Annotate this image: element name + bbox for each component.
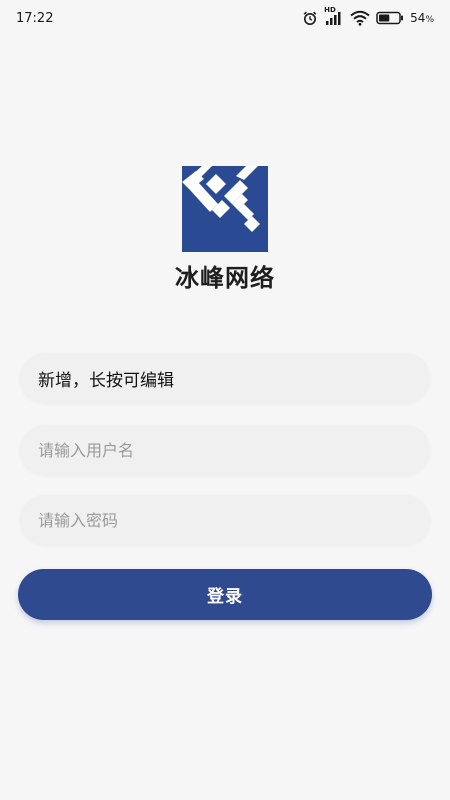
battery-icon	[376, 11, 404, 25]
server-selector[interactable]: 新增，长按可编辑	[20, 353, 430, 403]
alarm-icon	[302, 10, 318, 26]
battery-percent-unit: %	[425, 15, 434, 25]
signal-icon: HD	[324, 6, 344, 26]
password-input[interactable]	[38, 510, 412, 530]
wifi-icon	[350, 10, 370, 26]
password-field-container	[20, 495, 430, 545]
battery-percent: 54%	[410, 11, 434, 25]
app-name: 冰峰网络	[175, 264, 275, 292]
status-icons: HD 54%	[302, 6, 434, 26]
tf-logo-mark	[182, 166, 268, 252]
status-time: 17:22	[16, 10, 54, 26]
battery-percent-value: 54	[410, 11, 426, 25]
server-selector-value[interactable]: 新增，长按可编辑	[38, 366, 174, 391]
network-type-label: HD	[324, 6, 336, 14]
status-bar: 17:22 HD 54%	[0, 0, 450, 36]
username-field-container	[20, 425, 430, 475]
username-input[interactable]	[38, 440, 412, 460]
login-button[interactable]: 登录	[18, 569, 432, 620]
app-logo	[182, 166, 268, 252]
